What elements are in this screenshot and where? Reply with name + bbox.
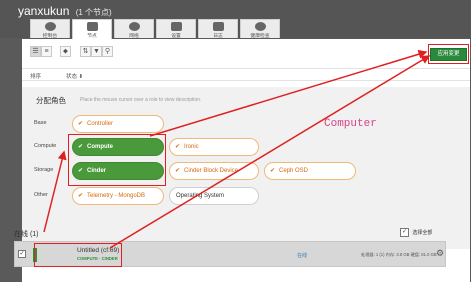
- tab-settings[interactable]: 设置: [156, 19, 196, 39]
- check-icon: ✔: [270, 168, 276, 174]
- cluster-header: yanxukun (1 个节点) 控制台 节点 网络 设置 日志 健康检查: [0, 0, 471, 39]
- role-cinder-block-device[interactable]: ✔ Cinder Block Device: [169, 162, 259, 180]
- heart-icon: [254, 22, 266, 31]
- annotation-label: Computer: [324, 118, 377, 130]
- compact-view-icon[interactable]: ☰: [30, 46, 41, 57]
- node-checkbox[interactable]: ✓: [18, 250, 26, 258]
- role-ironic[interactable]: ✔ Ironic: [169, 138, 259, 156]
- roles-title: 分配角色: [36, 96, 66, 105]
- cloud-icon: [86, 22, 98, 31]
- check-icon: ✔: [78, 193, 84, 199]
- filter-icon[interactable]: ▼: [91, 46, 102, 57]
- role-label: Ironic: [184, 144, 199, 150]
- online-title: 在线 (1): [14, 231, 39, 238]
- tab-health-check[interactable]: 健康检查: [240, 19, 280, 39]
- roles-hint: Place the mouse cursor over a role to vi…: [80, 97, 202, 103]
- sort-icon[interactable]: ⇅: [80, 46, 91, 57]
- cluster-name: yanxukun: [18, 4, 70, 18]
- role-label: Cinder Block Device: [184, 168, 239, 174]
- roles-panel: 分配角色 Place the mouse cursor over a role …: [22, 87, 470, 249]
- tab-nodes[interactable]: 节点: [72, 19, 112, 39]
- sort-status-button[interactable]: 状态 ⬇: [66, 72, 83, 80]
- tab-logs[interactable]: 日志: [198, 19, 238, 39]
- view-mode-group: ☰ ≡: [30, 46, 52, 58]
- role-label: Controller: [87, 121, 114, 127]
- role-label: Telemetry - MongoDB: [87, 193, 146, 199]
- list-view-icon[interactable]: ≡: [41, 46, 52, 57]
- tag-icon[interactable]: ⬥: [60, 46, 71, 57]
- sort-bar: 排序 状态 ⬇: [22, 68, 470, 81]
- group-storage: Storage: [34, 167, 54, 173]
- group-base: Base: [34, 120, 47, 126]
- node-specs: 处理器: 1 (1) 内存: 3.8 GB 硬盘: 81.0 GB: [361, 252, 437, 257]
- checkbox-checked-icon: ✓: [400, 228, 409, 237]
- gear-icon[interactable]: ⚙: [436, 248, 444, 259]
- role-controller[interactable]: ✔ Controller: [72, 115, 164, 133]
- cluster-tabs: 控制台 节点 网络 设置 日志 健康检查: [30, 19, 282, 39]
- sort-label: 排序: [30, 74, 42, 80]
- check-icon: ✔: [78, 121, 84, 127]
- role-label: Ceph OSD: [279, 168, 309, 174]
- search-icon[interactable]: ⚲: [102, 46, 113, 57]
- node-status: 在线: [297, 253, 308, 259]
- node-count: (1 个节点): [75, 8, 112, 17]
- tab-network[interactable]: 网络: [114, 19, 154, 39]
- check-icon: ✔: [175, 144, 181, 150]
- role-ceph-osd[interactable]: ✔ Ceph OSD: [264, 162, 356, 180]
- dashboard-icon: [44, 22, 56, 31]
- highlight-box-roles: [68, 134, 166, 186]
- gear-icon: [170, 22, 182, 31]
- select-all-checkbox[interactable]: ✓ 选择全部: [400, 228, 432, 237]
- group-other: Other: [34, 192, 48, 198]
- logs-icon: [212, 22, 224, 31]
- role-telemetry-mongodb[interactable]: ✔ Telemetry - MongoDB: [72, 187, 164, 205]
- role-operating-system[interactable]: Operating System: [169, 187, 259, 205]
- select-all-label: 选择全部: [412, 229, 433, 236]
- group-compute: Compute: [34, 143, 57, 149]
- cluster-title: yanxukun (1 个节点): [18, 4, 112, 18]
- sort-filter-group: ⇅ ▼ ⚲: [80, 46, 113, 58]
- tab-dashboard[interactable]: 控制台: [30, 19, 70, 39]
- highlight-box-node: [34, 243, 122, 267]
- tools-group: ⬥: [60, 46, 71, 58]
- deploy-changes-button[interactable]: 应用变更: [430, 48, 467, 61]
- role-label: Operating System: [176, 193, 225, 199]
- network-icon: [128, 22, 140, 31]
- check-icon: ✔: [175, 168, 181, 174]
